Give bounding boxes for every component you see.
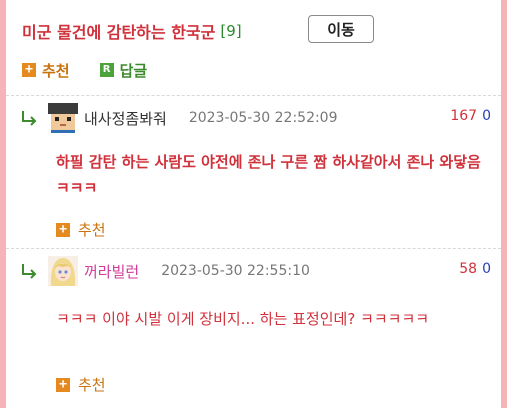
upvote-count: 58 bbox=[459, 261, 478, 277]
move-button[interactable]: 이동 bbox=[308, 15, 374, 43]
comment-score: 167 0 bbox=[450, 108, 491, 124]
recommend-label[interactable]: 추천 bbox=[78, 374, 106, 395]
plus-icon[interactable]: + bbox=[56, 377, 70, 392]
comment-nickname[interactable]: 꺼라빌런 bbox=[84, 261, 139, 282]
comment-header: 미군 물건에 감탄하는 한국군 [9] 이동 + 추천 R 답글 bbox=[6, 0, 501, 95]
post-title[interactable]: 미군 물건에 감탄하는 한국군 bbox=[22, 19, 215, 43]
comment-text: ㅋㅋㅋ 이야 시발 이게 장비지... 하는 표정인데? ㅋㅋㅋㅋㅋ bbox=[56, 310, 430, 328]
downvote-count: 0 bbox=[482, 108, 491, 124]
upvote-count: 167 bbox=[450, 108, 478, 124]
reply-icon[interactable]: R bbox=[99, 63, 114, 77]
reply-button[interactable]: 답글 bbox=[120, 60, 148, 81]
pixel-face-icon[interactable] bbox=[48, 103, 78, 133]
plus-icon[interactable]: + bbox=[22, 63, 36, 77]
comment-item: 꺼라빌런 2023-05-30 22:55:10 58 0 ㅋㅋㅋ 이야 시발 … bbox=[6, 248, 501, 408]
comment-item: 내사정좀봐줘 2023-05-30 22:52:09 167 0 하필 감탄 하… bbox=[6, 95, 501, 248]
recommend-label[interactable]: 추천 bbox=[78, 219, 106, 240]
comment-nickname[interactable]: 내사정좀봐줘 bbox=[84, 108, 167, 129]
anime-girl-icon[interactable] bbox=[48, 256, 78, 286]
comment-meta: 내사정좀봐줘 2023-05-30 22:52:09 bbox=[20, 103, 338, 133]
reply-arrow-icon bbox=[22, 264, 37, 279]
comment-timestamp: 2023-05-30 22:55:10 bbox=[161, 263, 310, 279]
downvote-count: 0 bbox=[482, 261, 491, 277]
comment-count: [9] bbox=[220, 22, 242, 40]
reply-arrow-icon bbox=[22, 111, 37, 126]
recommend-button[interactable]: 추천 bbox=[42, 60, 70, 81]
post-title-row: 미군 물건에 감탄하는 한국군 [9] bbox=[22, 18, 242, 44]
comment-panel: 미군 물건에 감탄하는 한국군 [9] 이동 + 추천 R 답글 내사정좀봐줘 … bbox=[6, 0, 501, 408]
comment-recommend[interactable]: + 추천 bbox=[56, 219, 106, 240]
comment-score: 58 0 bbox=[459, 261, 491, 277]
plus-icon[interactable]: + bbox=[56, 222, 70, 237]
comment-timestamp: 2023-05-30 22:52:09 bbox=[188, 110, 338, 126]
comment-meta: 꺼라빌런 2023-05-30 22:55:10 bbox=[20, 256, 310, 286]
comment-recommend[interactable]: + 추천 bbox=[56, 374, 106, 395]
post-actions: + 추천 R 답글 bbox=[22, 59, 147, 81]
comment-text: 하필 감탄 하는 사람도 야전에 존나 구른 짬 하사같아서 존나 와닿음ㅋㅋㅋ bbox=[56, 153, 481, 197]
